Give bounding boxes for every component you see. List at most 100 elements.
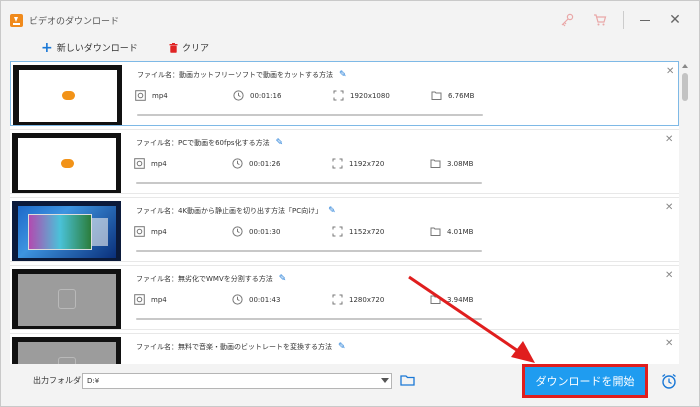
list-scrollbar[interactable] [679,61,691,364]
resolution-text: 1152x720 [349,227,385,236]
file-name-text: ファイル名：4K動画から静止画を切り出す方法「PC向け」 [136,207,323,215]
clock-icon [232,294,243,305]
resolution-info: 1192x720 [332,158,384,169]
file-size-icon [431,90,442,101]
resolution-icon [332,226,343,237]
progress-bar [136,250,482,252]
resolution-text: 1192x720 [349,159,385,168]
minimize-icon [640,19,650,21]
video-thumbnail [12,133,121,193]
list-item[interactable]: ファイル名：無劣化でWMVを分割する方法 ✎ mp4 00:01:43 1280x720… [10,265,679,330]
thumbnail-image [18,138,116,190]
video-thumbnail [12,337,121,364]
progress-bar [136,318,482,320]
resolution-text: 1920x1080 [350,91,390,100]
close-window-button[interactable]: ✕ [666,11,684,29]
output-folder-label: 出力フォルダ： [33,376,89,385]
new-download-button[interactable]: + 新しいダウンロード [41,39,138,56]
clock-icon [232,158,243,169]
clear-button[interactable]: クリア [169,41,209,54]
pencil-icon[interactable]: ✎ [276,138,284,148]
thumbnail-image [18,206,116,258]
format-icon [134,158,145,169]
cart-icon[interactable] [591,11,609,29]
pencil-icon[interactable]: ✎ [338,342,346,352]
file-name: ファイル名：無料で音楽・動画のビットレートを変換する方法 ✎ [136,342,346,352]
duration-text: 00:01:43 [249,295,281,304]
file-name: ファイル名：動画カットフリーソフトで動画をカットする方法 ✎ [137,70,347,80]
bottom-bar: 出力フォルダ： D:¥ ダウンロードを開始 [1,364,699,406]
remove-item-close-icon[interactable]: ✕ [665,338,673,349]
clock-icon [232,226,243,237]
video-thumbnail [12,201,121,261]
chevron-down-icon[interactable] [381,378,389,383]
pencil-icon[interactable]: ✎ [328,206,336,216]
duration-info: 00:01:30 [232,226,280,237]
key-icon[interactable] [558,11,576,29]
video-thumbnail [12,269,121,329]
output-folder-select[interactable]: D:¥ [82,373,392,389]
duration-text: 00:01:30 [249,227,281,236]
size-text: 3.94MB [447,295,474,304]
remove-item-close-icon[interactable]: ✕ [665,202,673,213]
duration-info: 00:01:43 [232,294,280,305]
file-size-icon [430,294,441,305]
scroll-up-arrow-icon[interactable] [682,64,688,68]
start-download-button[interactable]: ダウンロードを開始 [522,364,648,398]
file-name-text: ファイル名：無料で音楽・動画のビットレートを変換する方法 [136,343,332,351]
minimize-button[interactable] [636,11,654,29]
format-icon [135,90,146,101]
format-info: mp4 [134,226,167,237]
size-info: 6.76MB [431,90,474,101]
list-item[interactable]: ファイル名：動画カットフリーソフトで動画をカットする方法 ✎ mp4 00:01:16… [10,61,679,126]
duration-info: 00:01:26 [232,158,280,169]
plus-icon: + [41,39,53,56]
resolution-icon [332,158,343,169]
duration-text: 00:01:16 [250,91,282,100]
list-item[interactable]: ファイル名：無料で音楽・動画のビットレートを変換する方法 ✎ ✕ [10,333,679,364]
app-window: ビデオのダウンロード ✕ + 新しいダウンロード クリア ファイル名：動画カット… [0,0,700,407]
file-name: ファイル名：無劣化でWMVを分割する方法 ✎ [136,274,286,284]
format-icon [134,226,145,237]
size-text: 4.01MB [447,227,474,236]
remove-item-close-icon[interactable]: ✕ [665,134,673,145]
thumbnail-image [18,274,116,326]
resolution-info: 1920x1080 [333,90,390,101]
format-info: mp4 [134,158,167,169]
list-item[interactable]: ファイル名：4K動画から静止画を切り出す方法「PC向け」 ✎ mp4 00:01:30… [10,197,679,262]
pencil-icon[interactable]: ✎ [279,274,287,284]
title-separator [623,11,624,29]
file-name-text: ファイル名：動画カットフリーソフトで動画をカットする方法 [137,71,333,79]
progress-bar [137,114,483,116]
size-text: 6.76MB [448,91,475,100]
window-title: ビデオのダウンロード [29,17,120,27]
list-item[interactable]: ファイル名：PCで動画を60fps化する方法 ✎ mp4 00:01:26 1192x7… [10,129,679,194]
file-name: ファイル名：4K動画から静止画を切り出す方法「PC向け」 ✎ [136,206,336,216]
download-app-icon [10,14,23,27]
format-icon [134,294,145,305]
file-name: ファイル名：PCで動画を60fps化する方法 ✎ [136,138,283,148]
remove-item-close-icon[interactable]: ✕ [665,270,673,281]
size-info: 3.94MB [430,294,473,305]
trash-icon [169,42,178,53]
resolution-info: 1280x720 [332,294,384,305]
duration-text: 00:01:26 [249,159,281,168]
pencil-icon[interactable]: ✎ [339,70,347,80]
resolution-text: 1280x720 [349,295,385,304]
folder-icon[interactable] [400,373,416,389]
file-name-text: ファイル名：無劣化でWMVを分割する方法 [136,275,273,283]
download-list: ファイル名：動画カットフリーソフトで動画をカットする方法 ✎ mp4 00:01:16… [10,61,679,364]
progress-bar [136,182,482,184]
remove-item-close-icon[interactable]: ✕ [666,66,674,77]
scroll-thumb[interactable] [682,73,688,101]
title-bar: ビデオのダウンロード ✕ [1,1,699,35]
alarm-clock-icon[interactable] [660,372,678,390]
toolbar: + 新しいダウンロード クリア [1,35,699,61]
resolution-info: 1152x720 [332,226,384,237]
resolution-icon [332,294,343,305]
format-info: mp4 [134,294,167,305]
resolution-icon [333,90,344,101]
video-thumbnail [13,65,122,125]
duration-info: 00:01:16 [233,90,281,101]
size-info: 3.08MB [430,158,473,169]
